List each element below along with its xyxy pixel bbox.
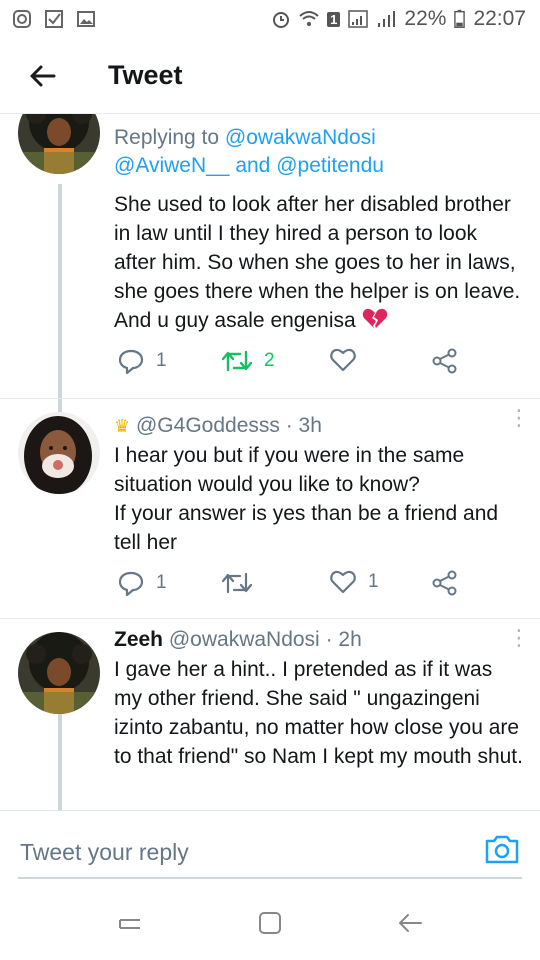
tweet-time: · 2h	[319, 628, 362, 651]
tweet-text: I gave her a hint.. I pretended as if it…	[114, 658, 523, 768]
tweet-text-line2: If your answer is yes than be a friend a…	[114, 502, 499, 554]
user-handle[interactable]: @G4Goddesss	[136, 414, 280, 437]
recent-apps-button[interactable]	[117, 910, 143, 941]
tweet-time: · 3h	[279, 414, 322, 437]
replying-and: and	[229, 154, 277, 177]
reply-input[interactable]: Tweet your reply	[18, 825, 522, 879]
tweet-3: Zeeh @owakwaNdosi · 2h I gave her a hint…	[114, 626, 524, 771]
tweet-text-content: She used to look after her disabled brot…	[114, 193, 521, 332]
tweet-header: Zeeh @owakwaNdosi · 2h	[114, 626, 524, 654]
thread-line	[58, 714, 62, 810]
user-name[interactable]: Zeeh	[114, 628, 163, 651]
share-button[interactable]	[432, 570, 458, 596]
replying-to: Replying to @owakwaNdosi	[114, 124, 524, 152]
reply-icon	[118, 571, 144, 596]
share-icon	[432, 570, 457, 596]
share-button[interactable]	[432, 348, 458, 374]
arrow-left-icon	[30, 65, 56, 86]
checkbox-icon	[45, 10, 63, 28]
clock: 22:07	[473, 7, 526, 30]
replying-to-line2: @AviweN__ and @petitendu	[114, 152, 524, 180]
retweet-button[interactable]	[222, 570, 252, 596]
reply-button[interactable]: 1	[118, 348, 167, 374]
heart-icon	[330, 570, 356, 594]
instagram-icon	[13, 10, 31, 28]
status-system: 1 22% 22:07	[271, 7, 526, 31]
recent-apps-icon	[119, 918, 140, 929]
alarm-icon	[273, 12, 290, 28]
retweet-button[interactable]: 2	[222, 348, 275, 374]
back-arrow-icon	[399, 913, 422, 932]
avatar[interactable]	[18, 412, 100, 494]
header: Tweet	[0, 38, 540, 114]
broken-heart-icon	[362, 308, 387, 329]
sim-badge: 1	[327, 11, 341, 27]
back-button[interactable]	[0, 38, 84, 114]
like-button[interactable]: 1	[330, 570, 379, 594]
home-icon	[259, 911, 281, 934]
replying-prefix: Replying to	[114, 126, 225, 149]
gallery-icon	[77, 11, 95, 27]
signal-bars-icon	[378, 11, 396, 27]
camera-button[interactable]	[484, 833, 520, 869]
divider	[0, 398, 540, 399]
mention-link[interactable]: @owakwaNdosi	[225, 126, 376, 149]
battery-icon	[454, 9, 466, 28]
reply-count: 1	[156, 572, 167, 593]
reply-bar: Tweet your reply	[0, 810, 540, 890]
wifi-icon	[299, 11, 319, 26]
tweet-feed[interactable]: Replying to @owakwaNdosi @AviweN__ and @…	[0, 114, 540, 810]
page-title: Tweet	[108, 60, 183, 90]
status-notifications	[12, 9, 96, 29]
mention-link[interactable]: @AviweN__	[114, 154, 229, 177]
crown-icon: ♛	[114, 416, 131, 436]
status-bar: 1 22% 22:07	[0, 0, 540, 38]
reply-count: 1	[156, 350, 167, 371]
tweet-text: I hear you but if you were in the same s…	[114, 441, 524, 557]
retweet-icon	[222, 572, 252, 594]
tweet-2: ♛ @G4Goddesss · 3h I hear you but if you…	[114, 412, 524, 557]
user-handle[interactable]: @owakwaNdosi	[163, 628, 320, 651]
camera-icon	[485, 835, 519, 864]
reply-button[interactable]: 1	[118, 570, 167, 596]
battery-percent: 22%	[404, 7, 447, 30]
like-button[interactable]	[330, 348, 356, 372]
home-button[interactable]	[257, 910, 283, 941]
avatar[interactable]	[18, 632, 100, 714]
tweet-1-actions: 1 2	[114, 348, 534, 388]
system-nav-bar	[0, 890, 540, 960]
system-back-button[interactable]	[397, 910, 423, 941]
signal-icon	[348, 10, 369, 28]
retweet-count: 2	[264, 350, 275, 371]
divider	[0, 618, 540, 619]
reply-icon	[118, 349, 144, 374]
avatar-zeeh-image	[18, 632, 100, 714]
avatar[interactable]	[18, 114, 100, 174]
retweet-icon	[222, 350, 252, 372]
tweet-text-line1: I hear you but if you were in the same s…	[114, 444, 465, 496]
avatar-zeeh-image	[18, 114, 100, 174]
tweet-1: Replying to @owakwaNdosi @AviweN__ and @…	[114, 124, 524, 335]
mention-link[interactable]: @petitendu	[276, 154, 384, 177]
heart-icon	[330, 348, 356, 372]
like-count: 1	[368, 571, 379, 592]
share-icon	[432, 348, 457, 374]
avatar-g4goddesss-image	[18, 412, 100, 494]
tweet-header: ♛ @G4Goddesss · 3h	[114, 412, 524, 440]
tweet-2-actions: 1 1	[114, 570, 534, 610]
tweet-text: She used to look after her disabled brot…	[114, 190, 524, 335]
